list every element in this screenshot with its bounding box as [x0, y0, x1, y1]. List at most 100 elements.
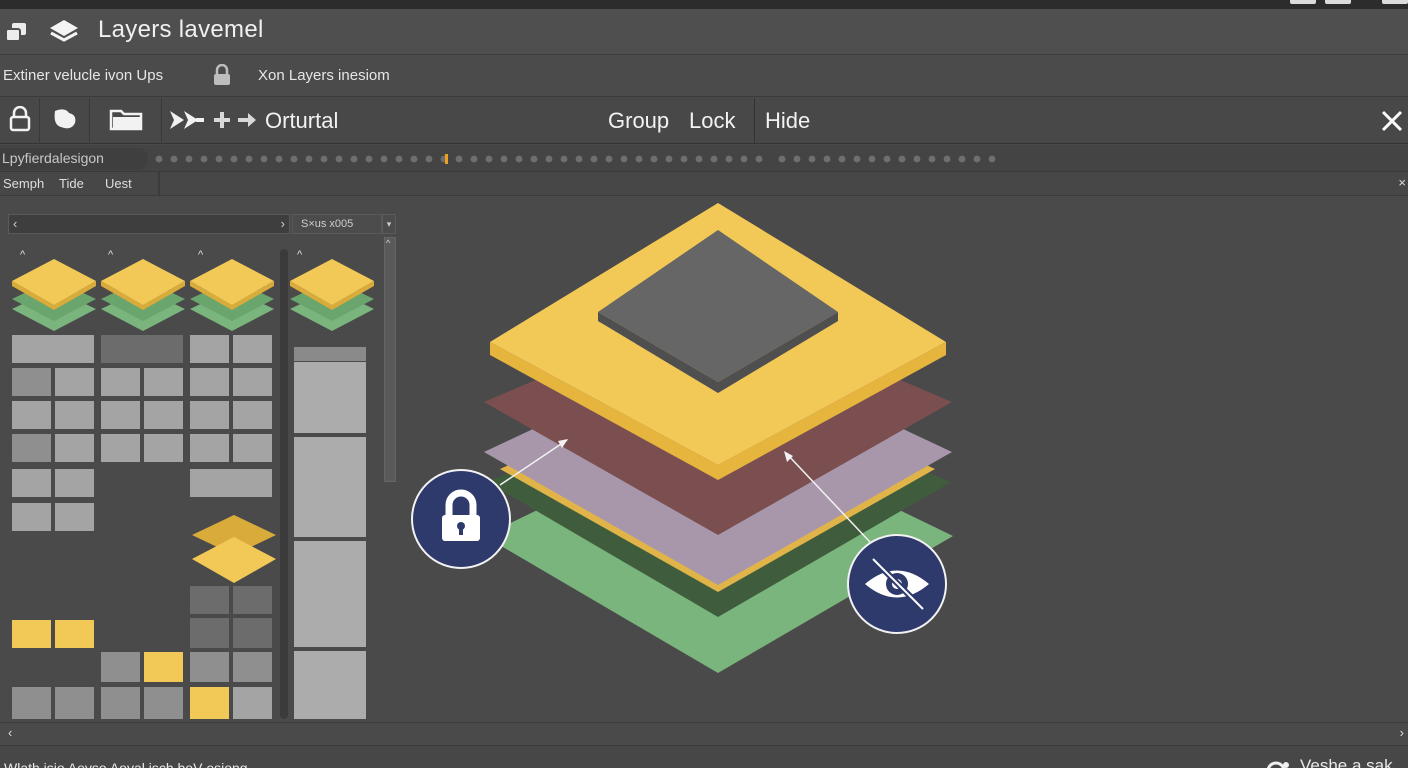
timeline-dot[interactable] [605, 155, 613, 163]
thumb-cell[interactable] [144, 368, 183, 396]
timeline-dot[interactable] [365, 155, 373, 163]
thumb-cell[interactable] [12, 368, 51, 396]
timeline-dot[interactable] [185, 155, 193, 163]
timeline-dot[interactable] [650, 155, 658, 163]
timeline-dot[interactable] [740, 155, 748, 163]
thumb-cell[interactable] [101, 652, 140, 682]
tab-semph[interactable]: Semph [3, 176, 44, 191]
hide-badge[interactable] [847, 534, 947, 634]
tab-tide[interactable]: Tide [59, 176, 84, 191]
lock-icon[interactable] [212, 63, 232, 90]
timeline-dot[interactable] [853, 155, 861, 163]
thumb-cell[interactable] [144, 401, 183, 429]
thumb-cell[interactable] [12, 434, 51, 462]
thumb-cell[interactable] [55, 469, 94, 497]
thumb-cell[interactable] [190, 618, 229, 648]
thumb-cell[interactable] [55, 687, 94, 719]
layer-stack-thumb[interactable] [99, 259, 187, 335]
thumb-cell[interactable] [144, 434, 183, 462]
timeline-dot[interactable] [988, 155, 996, 163]
timeline-dot[interactable] [868, 155, 876, 163]
timeline-dot[interactable] [320, 155, 328, 163]
timeline-dot[interactable] [913, 155, 921, 163]
thumb-cell[interactable] [294, 541, 366, 647]
thumb-cell[interactable] [233, 618, 272, 648]
thumb-cell[interactable] [294, 362, 366, 433]
thumb-cell[interactable] [190, 368, 229, 396]
thumb-cell[interactable] [190, 401, 229, 429]
size-dropdown[interactable]: ▾ [382, 214, 396, 234]
timeline-dot[interactable] [245, 155, 253, 163]
timeline-dot[interactable] [710, 155, 718, 163]
timeline-dot[interactable] [590, 155, 598, 163]
forward-icon[interactable] [168, 108, 206, 137]
thumb-cell-selected[interactable] [190, 687, 229, 719]
timeline-dot[interactable] [838, 155, 846, 163]
layer-stack-thumb[interactable] [10, 259, 98, 335]
lock-badge[interactable] [411, 469, 511, 569]
window-close-button[interactable] [1382, 0, 1408, 4]
timeline-dot[interactable] [485, 155, 493, 163]
timeline-dot[interactable] [170, 155, 178, 163]
arrow-right-icon[interactable] [236, 110, 258, 135]
timeline-dot[interactable] [305, 155, 313, 163]
thumb-cell-selected[interactable] [12, 620, 51, 648]
timeline-dot[interactable] [883, 155, 891, 163]
thumb-cell[interactable] [190, 652, 229, 682]
thumb-cell[interactable] [190, 469, 272, 497]
timeline-dot[interactable] [215, 155, 223, 163]
plus-icon[interactable] [212, 110, 232, 135]
timeline-track[interactable] [155, 154, 1025, 164]
thumb-cell-selected[interactable] [144, 652, 183, 682]
timeline-dot[interactable] [410, 155, 418, 163]
timeline-dot[interactable] [680, 155, 688, 163]
panel-scrollbar[interactable]: ^ [384, 237, 396, 482]
thumb-cell[interactable] [294, 437, 366, 537]
timeline-dot[interactable] [898, 155, 906, 163]
timeline-dot[interactable] [380, 155, 388, 163]
layer-stack-thumb[interactable] [288, 259, 376, 335]
minimize-button[interactable] [1290, 0, 1316, 4]
windows-icon[interactable] [4, 21, 30, 50]
thumb-cell[interactable] [233, 687, 272, 719]
timeline-dot[interactable] [275, 155, 283, 163]
thumb-cell[interactable] [101, 687, 140, 719]
playhead-marker[interactable] [445, 154, 448, 164]
timeline-dot[interactable] [470, 155, 478, 163]
group-button[interactable]: Group [608, 108, 669, 134]
timeline-dot[interactable] [943, 155, 951, 163]
thumb-cell[interactable] [190, 586, 229, 614]
camera-icon[interactable] [1266, 760, 1290, 768]
timeline-dot[interactable] [665, 155, 673, 163]
thumb-cell[interactable] [55, 434, 94, 462]
thumb-cell[interactable] [12, 401, 51, 429]
timeline-dot[interactable] [793, 155, 801, 163]
timeline-dot[interactable] [335, 155, 343, 163]
timeline-dot[interactable] [515, 155, 523, 163]
toolbar-mode-label[interactable]: Orturtal [265, 108, 338, 134]
thumb-cell[interactable] [55, 368, 94, 396]
thumb-cell[interactable] [101, 335, 183, 363]
thumb-cell[interactable] [101, 401, 140, 429]
thumb-cell[interactable] [144, 687, 183, 719]
timeline-dot[interactable] [928, 155, 936, 163]
timeline-dot[interactable] [823, 155, 831, 163]
timeline-dot[interactable] [725, 155, 733, 163]
timeline-dot[interactable] [260, 155, 268, 163]
timeline-dot[interactable] [230, 155, 238, 163]
timeline-dot[interactable] [425, 155, 433, 163]
timeline-dot[interactable] [530, 155, 538, 163]
timeline-dot[interactable] [290, 155, 298, 163]
timeline-dot[interactable] [455, 155, 463, 163]
tab-close-button[interactable]: × [1398, 175, 1406, 190]
layer-stack-thumb[interactable] [190, 515, 278, 585]
timeline-dot[interactable] [973, 155, 981, 163]
maximize-button[interactable] [1325, 0, 1351, 4]
thumbnail-scrollbar[interactable] [280, 249, 288, 719]
hide-button[interactable]: Hide [765, 108, 810, 134]
thumb-cell[interactable] [190, 335, 229, 363]
thumb-cell[interactable] [233, 368, 272, 396]
horizontal-scrollbar[interactable]: ‹ › [0, 722, 1408, 744]
tab-uest[interactable]: Uest [105, 176, 132, 191]
canvas-area[interactable] [400, 197, 1408, 722]
